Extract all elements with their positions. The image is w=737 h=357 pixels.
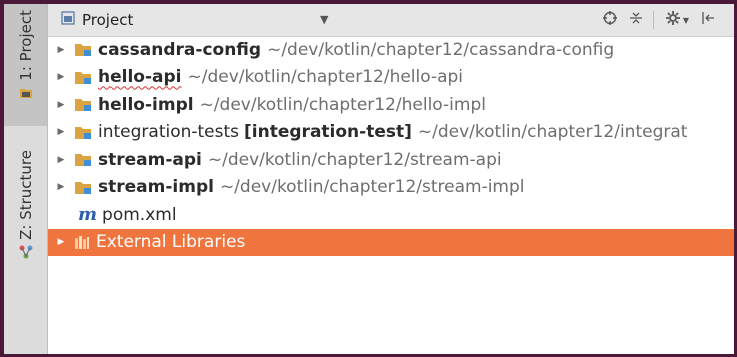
chevron-down-icon: ▼ <box>320 13 329 26</box>
tree-item-stream-impl[interactable]: ▶ stream-impl ~/dev/kotlin/chapter12/str… <box>48 174 734 202</box>
expand-arrow-icon[interactable]: ▶ <box>54 45 68 55</box>
structure-tool-button[interactable]: Z: Structure <box>4 144 47 264</box>
module-folder-icon <box>74 152 92 167</box>
chevron-down-icon: ▼ <box>682 15 690 25</box>
tree-item-name: hello-api <box>98 67 182 88</box>
crosshair-icon <box>602 10 618 30</box>
module-folder-icon <box>74 42 92 57</box>
view-selector[interactable]: Project ▼ <box>60 9 330 31</box>
tree-item-path: ~/dev/kotlin/chapter12/hello-impl <box>199 94 486 115</box>
tree-item-name: External Libraries <box>96 232 246 253</box>
expand-arrow-icon[interactable]: ▶ <box>54 182 68 192</box>
settings-button[interactable]: ▼ <box>662 10 692 30</box>
tree-item-name: integration-tests <box>98 122 240 143</box>
project-tool-label: 1: Project <box>16 10 35 81</box>
project-tool-window: Project ▼ ▼ ▶ cassandra-config ~/dev/kot… <box>48 4 734 354</box>
tree-item-stream-api[interactable]: ▶ stream-api ~/dev/kotlin/chapter12/stre… <box>48 146 734 174</box>
tree-item-external-libraries[interactable]: ▶ External Libraries <box>48 228 734 256</box>
project-tool-icon <box>19 85 33 104</box>
expand-arrow-icon[interactable]: ▶ <box>54 100 68 110</box>
tree-item-name: cassandra-config <box>98 39 262 60</box>
tree-item-tag: [integration-test] <box>244 122 412 143</box>
module-folder-icon <box>74 70 92 85</box>
project-tool-button[interactable]: 1: Project <box>4 4 47 126</box>
tree-item-cassandra-config[interactable]: ▶ cassandra-config ~/dev/kotlin/chapter1… <box>48 36 734 64</box>
tree-item-name: hello-impl <box>98 94 194 115</box>
project-view-icon <box>60 10 76 30</box>
collapse-all-button[interactable] <box>626 10 646 30</box>
tree-item-path: ~/dev/kotlin/chapter12/stream-api <box>207 149 502 170</box>
structure-tool-label: Z: Structure <box>16 150 35 240</box>
tree-item-name: stream-api <box>98 149 202 170</box>
view-title: Project <box>82 11 134 29</box>
tree-item-hello-api[interactable]: ▶ hello-api ~/dev/kotlin/chapter12/hello… <box>48 64 734 92</box>
tree-item-path: ~/dev/kotlin/chapter12/hello-api <box>187 67 464 88</box>
structure-tool-icon <box>19 244 33 263</box>
collapse-all-icon <box>629 10 643 30</box>
maven-icon: m <box>78 204 98 226</box>
tree-item-hello-impl[interactable]: ▶ hello-impl ~/dev/kotlin/chapter12/hell… <box>48 91 734 119</box>
libraries-icon <box>74 235 90 250</box>
tree-item-path: ~/dev/kotlin/chapter12/cassandra-config <box>267 39 615 60</box>
module-folder-icon <box>74 180 92 195</box>
module-folder-icon <box>74 125 92 140</box>
tree-item-integration-tests[interactable]: ▶ integration-tests [integration-test] ~… <box>48 119 734 147</box>
expand-arrow-icon[interactable]: ▶ <box>54 72 68 82</box>
header-separator <box>653 11 654 29</box>
scroll-from-source-button[interactable] <box>600 10 620 30</box>
expand-arrow-icon[interactable]: ▶ <box>54 127 68 137</box>
hide-panel-button[interactable] <box>698 10 718 30</box>
hide-panel-icon <box>701 10 715 30</box>
expand-arrow-icon[interactable]: ▶ <box>54 155 68 165</box>
tool-window-stripe: 1: Project Z: Structure <box>4 4 48 354</box>
tree-item-pom-xml[interactable]: m pom.xml <box>48 201 734 229</box>
tree-item-name: stream-impl <box>98 177 214 198</box>
module-folder-icon <box>74 97 92 112</box>
tree-item-path: ~/dev/kotlin/chapter12/integrat <box>417 122 688 143</box>
tool-window-header: Project ▼ ▼ <box>48 4 734 37</box>
tree-item-path: ~/dev/kotlin/chapter12/stream-impl <box>219 177 525 198</box>
expand-arrow-icon[interactable]: ▶ <box>54 237 68 247</box>
gear-icon <box>665 10 681 30</box>
project-tree: ▶ cassandra-config ~/dev/kotlin/chapter1… <box>48 36 734 256</box>
tree-item-name: pom.xml <box>102 204 177 225</box>
